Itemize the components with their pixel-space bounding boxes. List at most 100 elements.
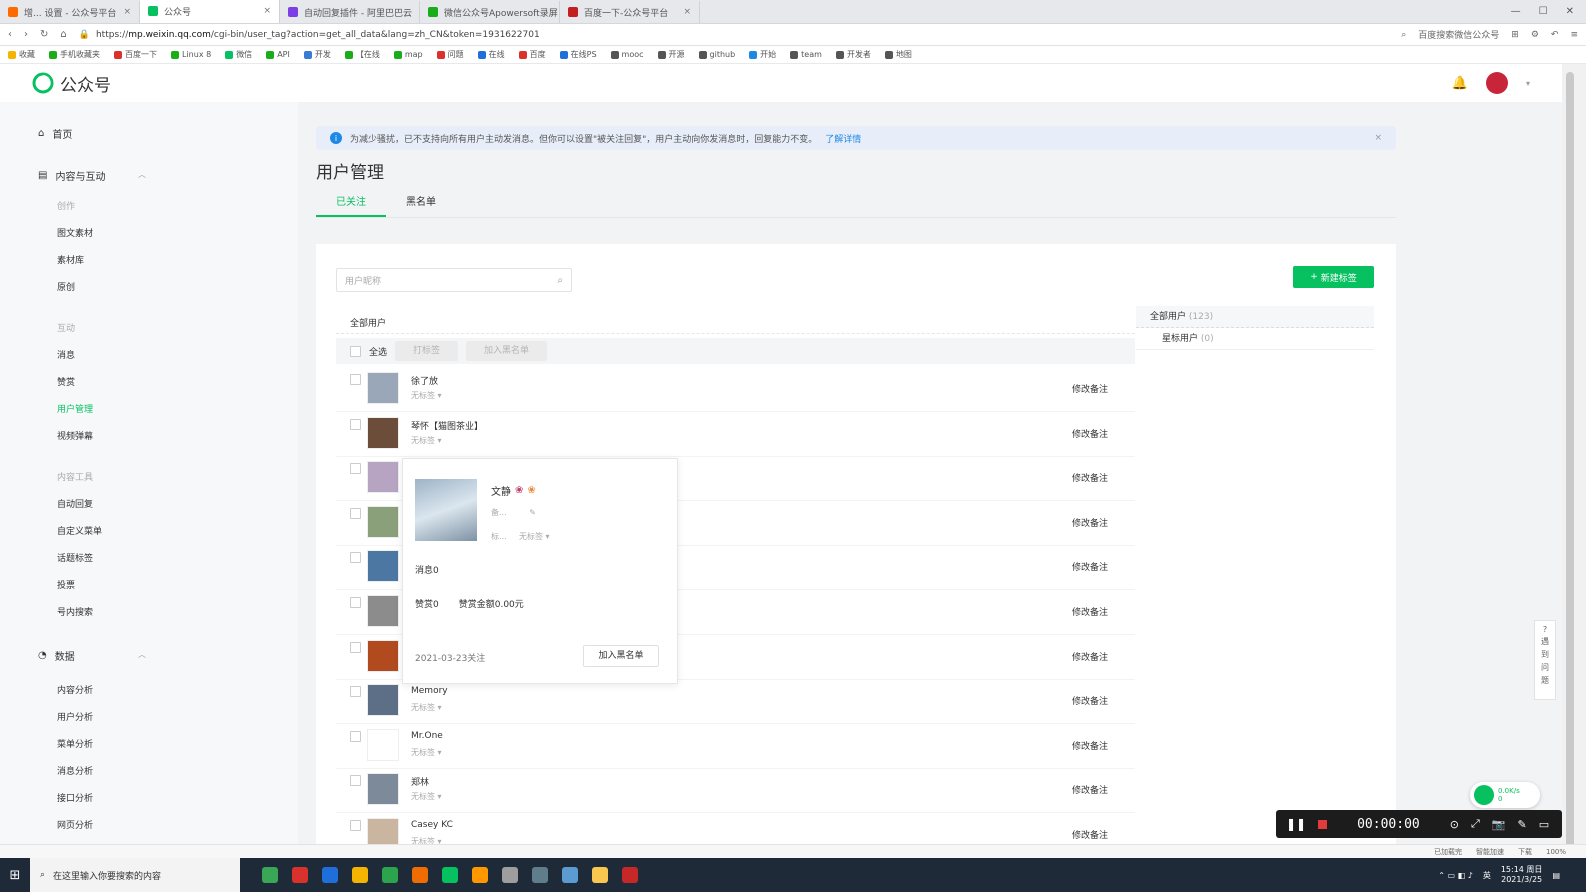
- popup-tag-select[interactable]: 无标签 ▾: [519, 531, 550, 542]
- sidebar-item-api-analysis[interactable]: 接口分析: [57, 791, 93, 804]
- bookmark-item[interactable]: 百度一下: [114, 49, 157, 60]
- ime-indicator[interactable]: 英: [1483, 870, 1491, 881]
- row-checkbox[interactable]: [350, 552, 361, 564]
- edit-remark-link[interactable]: 修改备注: [1072, 560, 1108, 573]
- blacklist-button[interactable]: 加入黑名单: [466, 341, 548, 361]
- taskbar-search[interactable]: ⌕ 在这里输入你要搜索的内容: [30, 858, 240, 892]
- minimize-icon[interactable]: ▭: [1539, 818, 1549, 831]
- edit-remark-link[interactable]: 修改备注: [1072, 427, 1108, 440]
- user-avatar[interactable]: [367, 773, 399, 806]
- search-input[interactable]: 用户昵称 ⌕: [336, 268, 572, 292]
- bookmark-item[interactable]: 开发: [303, 49, 331, 60]
- select-all-label[interactable]: 全选: [369, 345, 387, 358]
- user-name[interactable]: Memory: [411, 686, 448, 696]
- bookmark-item[interactable]: 在线PS: [559, 49, 597, 60]
- stop-icon[interactable]: [1318, 819, 1328, 829]
- user-avatar[interactable]: [367, 505, 399, 538]
- row-checkbox[interactable]: [350, 686, 361, 698]
- app-icon[interactable]: [322, 867, 338, 883]
- app-logo[interactable]: 公众号: [32, 71, 111, 96]
- sidebar-item-users[interactable]: 用户管理: [57, 402, 93, 415]
- bookmark-item[interactable]: 百度: [518, 49, 546, 60]
- bookmark-item[interactable]: 开发者: [835, 49, 871, 60]
- app-icon[interactable]: [412, 867, 428, 883]
- user-name[interactable]: Mr.One: [411, 731, 443, 741]
- sidebar-content[interactable]: ▤ 内容与互动: [38, 168, 105, 183]
- bookmark-item[interactable]: 问题: [436, 49, 464, 60]
- camera-icon[interactable]: 📷: [1492, 818, 1506, 831]
- sidebar-item-web-analysis[interactable]: 网页分析: [57, 818, 93, 831]
- settings-icon[interactable]: ⚙: [1531, 30, 1539, 40]
- sidebar-item-search[interactable]: 号内搜索: [57, 605, 93, 618]
- browser-tab-3[interactable]: 自动回复插件 - 阿里巴巴云×: [280, 1, 420, 23]
- tag-star-users[interactable]: 星标用户 (0): [1136, 328, 1374, 350]
- minimize-icon[interactable]: —: [1511, 6, 1521, 17]
- sidebar-item-message-analysis[interactable]: 消息分析: [57, 764, 93, 777]
- edit-remark-link[interactable]: 修改备注: [1072, 650, 1108, 663]
- sidebar-item-rewards[interactable]: 赞赏: [57, 375, 75, 388]
- sidebar-item-custom-menu[interactable]: 自定义菜单: [57, 524, 102, 537]
- user-name[interactable]: 徐了放: [411, 374, 438, 387]
- pause-icon[interactable]: ❚❚: [1286, 817, 1306, 831]
- user-avatar[interactable]: [367, 684, 399, 717]
- app-icon[interactable]: [622, 867, 638, 883]
- undo-icon[interactable]: ↶: [1551, 30, 1559, 40]
- tray-icons[interactable]: ⌃ ▭ ◧ ♪: [1438, 871, 1473, 880]
- chrome-icon[interactable]: [352, 867, 368, 883]
- user-tag-select[interactable]: 无标签 ▾: [411, 435, 442, 446]
- sidebar-item-content-analysis[interactable]: 内容分析: [57, 683, 93, 696]
- url-field[interactable]: 🔒 https://mp.weixin.qq.com/cgi-bin/user_…: [79, 30, 1179, 40]
- reload-icon[interactable]: ↻: [40, 29, 48, 40]
- row-checkbox[interactable]: [350, 463, 361, 475]
- bookmark-item[interactable]: 微信: [225, 49, 252, 60]
- user-tag-select[interactable]: 无标签 ▾: [411, 791, 442, 802]
- user-tag-select[interactable]: 无标签 ▾: [411, 702, 442, 713]
- app-icon[interactable]: [562, 867, 578, 883]
- row-checkbox[interactable]: [350, 775, 361, 787]
- bookmark-item[interactable]: 开始: [749, 49, 776, 60]
- help-feedback[interactable]: ? 遇 到 问 题: [1534, 620, 1556, 700]
- close-icon[interactable]: ×: [683, 7, 691, 17]
- fullscreen-icon[interactable]: ⤢: [1471, 817, 1480, 831]
- row-checkbox[interactable]: [350, 597, 361, 608]
- sidebar-item-messages[interactable]: 消息: [57, 348, 75, 361]
- edit-remark-link[interactable]: 修改备注: [1072, 828, 1108, 841]
- pen-icon[interactable]: ✎: [1517, 818, 1526, 831]
- bookmark-item[interactable]: 收藏: [8, 49, 35, 60]
- tab-blacklist[interactable]: 黑名单: [386, 190, 456, 217]
- scrollbar-thumb[interactable]: [1566, 72, 1574, 852]
- popup-blacklist-button[interactable]: 加入黑名单: [583, 645, 659, 667]
- tag-button[interactable]: 打标签: [395, 341, 459, 361]
- home-icon[interactable]: ⌂: [60, 29, 66, 40]
- row-checkbox[interactable]: [350, 641, 361, 653]
- sidebar-item-autoreply[interactable]: 自动回复: [57, 497, 93, 510]
- tag-all-users[interactable]: 全部用户 (123): [1136, 306, 1374, 328]
- bookmark-item[interactable]: team: [790, 50, 822, 59]
- screenshot-icon[interactable]: ⊙: [1450, 818, 1459, 831]
- close-icon[interactable]: ×: [1374, 133, 1382, 143]
- edit-remark-link[interactable]: 修改备注: [1072, 382, 1108, 395]
- edit-remark-link[interactable]: 修改备注: [1072, 739, 1108, 752]
- user-name[interactable]: 郑林: [411, 775, 429, 788]
- browser-tab-5[interactable]: 百度一下-公众号平台 ×: [560, 1, 700, 23]
- edit-remark-link[interactable]: 修改备注: [1072, 694, 1108, 707]
- system-clock[interactable]: 15:14 周日 2021/3/25: [1501, 865, 1543, 885]
- notification-icon[interactable]: ▤: [1552, 871, 1560, 880]
- app-icon[interactable]: [502, 867, 518, 883]
- bookmark-item[interactable]: API: [266, 50, 290, 59]
- sidebar-item-topic-tags[interactable]: 话题标签: [57, 551, 93, 564]
- select-all-checkbox[interactable]: [350, 345, 361, 357]
- calculator-icon[interactable]: [532, 867, 548, 883]
- user-tag-select[interactable]: 无标签 ▾: [411, 390, 442, 401]
- edit-remark-link[interactable]: 修改备注: [1072, 605, 1108, 618]
- search-icon[interactable]: ⌕: [557, 275, 563, 286]
- edit-remark-link[interactable]: 修改备注: [1072, 516, 1108, 529]
- window-close-icon[interactable]: ✕: [1566, 6, 1574, 17]
- bookmark-item[interactable]: 地图: [884, 49, 912, 60]
- menu-icon[interactable]: ≡: [1570, 30, 1578, 40]
- tab-followed[interactable]: 已关注: [316, 190, 386, 217]
- user-avatar[interactable]: [367, 728, 399, 761]
- bookmark-item[interactable]: 开源: [657, 49, 685, 60]
- bookmark-item[interactable]: mooc: [610, 50, 644, 59]
- bookmark-item[interactable]: Linux 8: [171, 50, 211, 59]
